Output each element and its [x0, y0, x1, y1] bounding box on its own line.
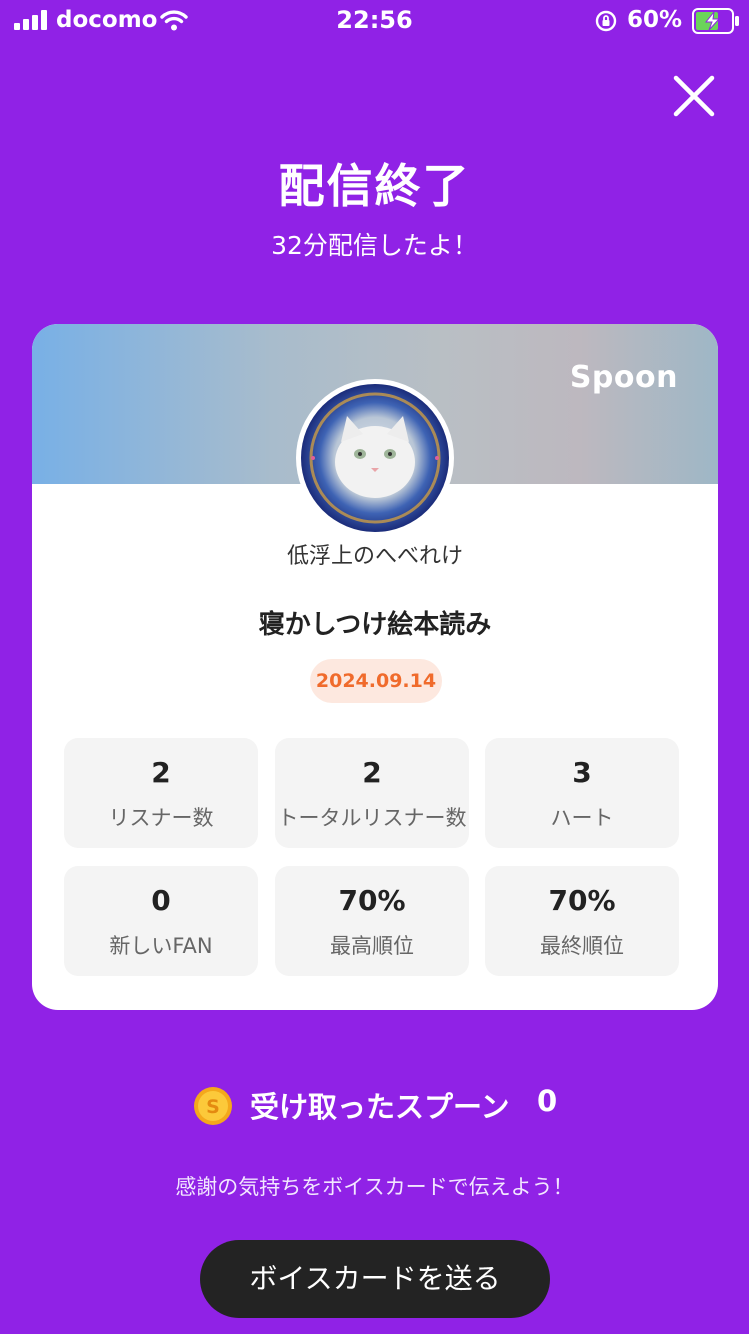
spoon-logo: Spoon — [569, 360, 678, 395]
orientation-lock-icon — [595, 10, 617, 32]
stat-total-listeners: 2 トータルリスナー数 — [275, 738, 469, 848]
stat-label: トータルリスナー数 — [277, 806, 467, 830]
stat-value: 3 — [572, 756, 592, 789]
spoons-label: 受け取ったスプーン — [250, 1090, 510, 1124]
stat-highest-rank: 70% 最高順位 — [275, 866, 469, 976]
battery-charging-icon — [692, 8, 739, 34]
stat-label: リスナー数 — [108, 806, 214, 830]
broadcast-title: 寝かしつけ絵本読み — [258, 610, 492, 640]
stat-value: 0 — [151, 884, 171, 917]
battery-percent: 60% — [627, 7, 683, 33]
status-bar: docomo 22:56 60% — [0, 0, 749, 42]
stat-label: 最終順位 — [540, 934, 624, 958]
page-title: 配信終了 — [278, 159, 471, 213]
stat-label: 新しいFAN — [109, 934, 213, 958]
stat-value: 70% — [548, 884, 616, 917]
stat-listeners: 2 リスナー数 — [64, 738, 258, 848]
send-voice-card-button[interactable]: ボイスカードを送る — [200, 1240, 550, 1318]
stat-label: ハート — [550, 806, 614, 830]
date-badge: 2024.09.14 — [310, 659, 442, 703]
avatar — [296, 379, 454, 537]
spoons-count: 0 — [537, 1084, 558, 1118]
thanks-message: 感謝の気持ちをボイスカードで伝えよう！ — [175, 1175, 574, 1199]
close-icon[interactable] — [670, 72, 718, 120]
stat-new-fans: 0 新しいFAN — [64, 866, 258, 976]
stat-label: 最高順位 — [330, 934, 414, 958]
username: 低浮上のへべれけ — [286, 544, 463, 569]
stat-hearts: 3 ハート — [485, 738, 679, 848]
svg-text:S: S — [206, 1096, 220, 1118]
spoon-coin-icon: S — [194, 1087, 232, 1125]
broadcast-duration: 32分配信したよ！ — [271, 231, 478, 260]
stat-final-rank: 70% 最終順位 — [485, 866, 679, 976]
stat-value: 2 — [151, 756, 171, 789]
stat-value: 2 — [362, 756, 382, 789]
received-spoons: S 受け取ったスプーン 0 — [0, 1084, 749, 1126]
summary-card: Spoon 低浮上のへべれけ 寝かしつけ絵本読み 2024.09.14 2 リス… — [32, 324, 718, 1010]
stat-value: 70% — [338, 884, 406, 917]
